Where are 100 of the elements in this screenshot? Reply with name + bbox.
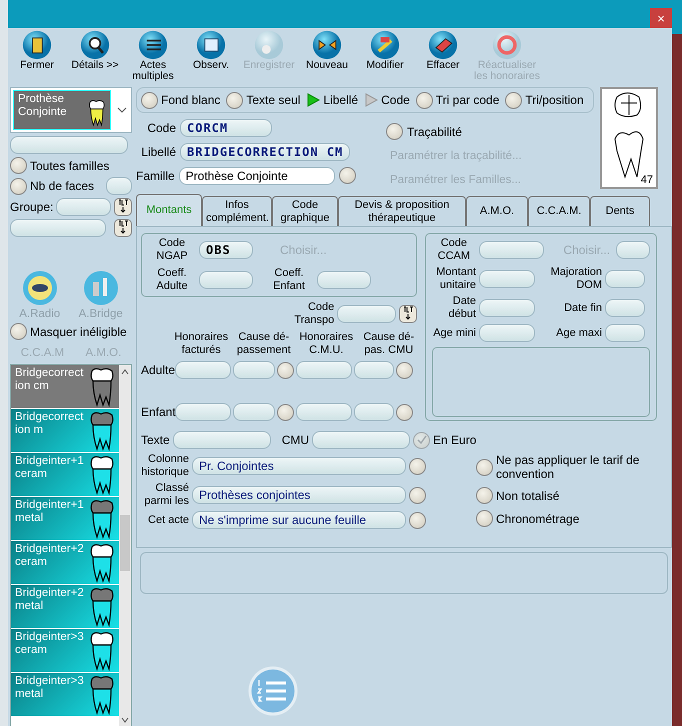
input-field[interactable]: [175, 403, 231, 421]
field-label: Colonne historique: [141, 453, 189, 479]
act-item[interactable]: Bridgecorrection m: [11, 409, 119, 453]
column-header: Cause dé-pas. CMU: [362, 331, 416, 357]
toolbar-button[interactable]: Effacer: [414, 30, 472, 84]
triangle-icon[interactable]: [364, 93, 378, 107]
input-field[interactable]: [10, 136, 128, 154]
input-field[interactable]: [354, 403, 394, 421]
input-field[interactable]: CORCM: [180, 118, 272, 136]
input-field[interactable]: [296, 403, 352, 421]
scrollbar[interactable]: [119, 365, 131, 726]
input-field[interactable]: [354, 361, 394, 379]
input-field[interactable]: [478, 241, 544, 259]
radio-button[interactable]: [505, 92, 522, 108]
scroll-down-icon[interactable]: [121, 717, 129, 723]
toolbar-button[interactable]: Détails >>: [66, 30, 124, 84]
input-field[interactable]: [479, 270, 535, 288]
input-field[interactable]: [199, 271, 253, 289]
close-button[interactable]: ×: [650, 8, 672, 28]
radio-button[interactable]: [476, 510, 493, 527]
input-field[interactable]: [479, 299, 535, 317]
round-button[interactable]: [409, 512, 426, 528]
note-field[interactable]: [140, 552, 668, 594]
field-label: Date début: [447, 295, 476, 321]
group-label: Groupe:: [10, 200, 54, 214]
field-label: Libellé: [140, 144, 176, 158]
input-field[interactable]: BRIDGECORRECTION CM: [180, 142, 350, 160]
tab[interactable]: Devis & proposition thérapeutique: [338, 196, 466, 226]
radio-button[interactable]: [10, 323, 27, 340]
numbered-list-icon[interactable]: [248, 666, 298, 716]
input-field[interactable]: [312, 431, 410, 449]
tab[interactable]: A.M.O.: [466, 196, 528, 226]
input-field[interactable]: Ne s'imprime sur aucune feuille: [192, 511, 406, 529]
tab[interactable]: Infos complément.: [202, 196, 272, 226]
chevron-icon: [117, 107, 127, 113]
input-field[interactable]: [479, 324, 535, 342]
tab[interactable]: Code graphique: [272, 196, 338, 226]
radio-button[interactable]: [141, 92, 158, 108]
alt-button[interactable]: [114, 219, 132, 237]
input-field[interactable]: [233, 361, 275, 379]
alt-button[interactable]: [399, 305, 417, 323]
scroll-up-icon[interactable]: [121, 369, 129, 375]
input-field[interactable]: [172, 431, 271, 449]
input-field[interactable]: [605, 324, 645, 342]
input-field[interactable]: [233, 403, 275, 421]
option-label: Libellé: [323, 93, 358, 107]
input-field[interactable]: [616, 241, 650, 259]
field-label: Code NGAP: [155, 237, 189, 263]
checkbox-label: Ne pas appliquer le tarif de convention: [496, 453, 640, 481]
round-button[interactable]: [396, 404, 413, 420]
input-field[interactable]: [56, 198, 111, 216]
note-icon: [196, 30, 226, 60]
input-field[interactable]: [10, 219, 106, 237]
input-field[interactable]: [296, 361, 352, 379]
input-field[interactable]: [175, 361, 231, 379]
field-label: Coeff. Enfant: [272, 267, 306, 293]
row-label: Enfant: [141, 405, 173, 419]
family-dropdown[interactable]: Prothèse Conjointe: [10, 87, 132, 133]
scrollbar-thumb[interactable]: [120, 515, 130, 571]
input-field[interactable]: [605, 270, 645, 288]
checkbox-label: Chronométrage: [496, 512, 580, 526]
tab[interactable]: C.C.A.M.: [528, 196, 590, 226]
checkbox-label: En Euro: [433, 433, 476, 447]
toolbar-button[interactable]: Modifier: [356, 30, 414, 84]
round-button[interactable]: [339, 167, 356, 184]
list-icon: [138, 30, 168, 60]
toolbar-button[interactable]: Fermer: [8, 30, 66, 84]
input-field[interactable]: [317, 271, 371, 289]
field-label: Classé parmi les: [143, 482, 189, 508]
option-label: Texte seul: [246, 93, 300, 107]
radio-button[interactable]: [476, 458, 493, 476]
round-button[interactable]: [409, 486, 426, 504]
column-header: Cause dé-passement: [236, 331, 292, 357]
input-field[interactable]: Prothèse Conjointe: [178, 166, 335, 184]
round-button[interactable]: [277, 362, 294, 378]
radio-button[interactable]: [10, 157, 27, 174]
input-field[interactable]: OBS: [199, 241, 253, 259]
radio-button[interactable]: [10, 178, 27, 194]
radio-button[interactable]: [226, 92, 244, 108]
input-field[interactable]: [106, 177, 132, 195]
toolbar-button[interactable]: Nouveau: [298, 30, 356, 84]
radio-button[interactable]: [416, 92, 433, 108]
toolbar-button[interactable]: Actes multiples: [124, 30, 182, 84]
radio-button[interactable]: [386, 123, 403, 140]
alt-button[interactable]: [114, 198, 132, 216]
round-button[interactable]: [409, 458, 426, 474]
triangle-icon[interactable]: [306, 93, 320, 107]
tab[interactable]: Dents: [590, 196, 650, 226]
toolbar-button[interactable]: Observ.: [182, 30, 240, 84]
field-label: Date fin: [563, 302, 602, 314]
round-button[interactable]: [277, 404, 294, 420]
radio-button[interactable]: [476, 487, 493, 504]
field-label: Age mini: [432, 326, 476, 340]
input-field[interactable]: Pr. Conjointes: [192, 457, 406, 475]
input-field[interactable]: [337, 305, 396, 323]
act-item[interactable]: Bridgecorrection cm: [11, 365, 119, 409]
round-button[interactable]: [396, 362, 413, 378]
field-label: Coeff. Adulte: [155, 267, 189, 293]
input-field[interactable]: [605, 299, 645, 317]
input-field[interactable]: Prothèses conjointes: [192, 486, 406, 504]
